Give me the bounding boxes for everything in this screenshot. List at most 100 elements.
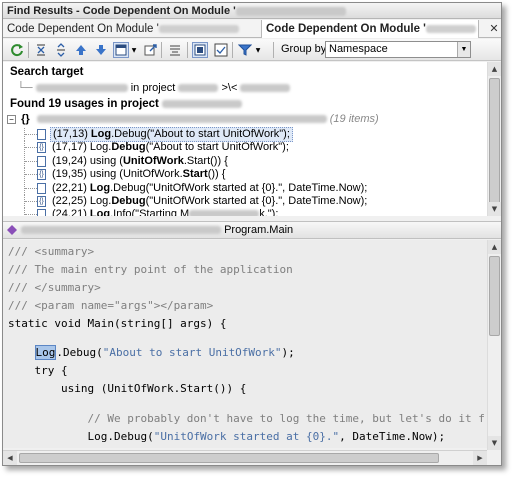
code-line: Log.Debug("About to start UnitOfWork"); [34, 345, 295, 360]
results-vertical-scrollbar[interactable]: ▲ ▼ [487, 62, 501, 216]
tab-label: Code Dependent On Module ' [266, 23, 426, 35]
tab-code-dependent-1[interactable]: Code Dependent On Module ' [3, 20, 261, 38]
usage-location: (17,13) [53, 128, 91, 140]
code-line: try { [8, 364, 68, 377]
namespace-icon: {} [21, 113, 30, 125]
usage-row[interactable]: (17,13) Log.Debug("About to start UnitOf… [3, 127, 487, 142]
refresh-icon[interactable] [9, 42, 25, 58]
code-horizontal-scrollbar[interactable]: ◀ ▶ [3, 450, 487, 465]
show-preview-icon[interactable] [192, 42, 208, 58]
highlighted-usage: Log [34, 345, 57, 360]
next-icon[interactable] [93, 42, 109, 58]
code-line: /// </summary> [8, 281, 101, 294]
usage-location: (19,24) [52, 154, 90, 167]
collapse-all-icon[interactable] [33, 42, 49, 58]
scroll-up-icon[interactable]: ▲ [488, 62, 501, 76]
usage-location: (19,35) [52, 168, 90, 181]
usage-text: (19,35) using (UnitOfWork.Start()) { [52, 168, 226, 181]
code-line: /// The main entry point of the applicat… [8, 263, 293, 276]
usage-text: (17,17) Log.Debug("About to start UnitOf… [52, 141, 289, 154]
close-tab-icon[interactable]: ✕ [487, 20, 501, 38]
window-titlebar: Find Results - Code Dependent On Module … [3, 3, 501, 19]
preview-icon[interactable] [113, 42, 129, 58]
scroll-right-icon[interactable]: ▶ [473, 451, 487, 465]
usage-match: Debug [111, 195, 146, 207]
expand-all-icon[interactable] [53, 42, 69, 58]
usage-match: Start [182, 168, 208, 181]
scroll-left-icon[interactable]: ◀ [3, 451, 17, 465]
code-line: static void Main(string[] args) { [8, 317, 227, 330]
code-vertical-scrollbar[interactable]: ▲ ▼ [487, 240, 501, 450]
code-preview[interactable]: /// <summary> /// The main entry point of… [3, 240, 487, 448]
search-target-suffix: >\< [221, 82, 238, 94]
group-by-label: Group by: [281, 43, 330, 55]
options-icon[interactable] [213, 42, 229, 58]
usage-location: (17,17) [52, 141, 90, 154]
scroll-down-icon[interactable]: ▼ [488, 436, 501, 450]
group-by-value: Namespace [329, 43, 388, 55]
usage-icon [37, 155, 46, 167]
usage-row[interactable]: {} (22,25) Log.Debug("UnitOfWork started … [3, 195, 487, 208]
code-line: // We probably don't have to log the tim… [8, 412, 485, 425]
scroll-thumb[interactable] [489, 78, 500, 204]
code-line: /// <summary> [8, 245, 95, 258]
usage-text: (17,13) Log.Debug("About to start UnitOf… [50, 127, 293, 142]
redacted-text [189, 210, 260, 216]
redacted-text [21, 226, 221, 235]
filter-dropdown-icon[interactable]: ▼ [254, 42, 262, 58]
usage-match: UnitOfWork [122, 154, 184, 167]
scroll-thumb[interactable] [489, 256, 500, 336]
preview-dropdown-icon[interactable]: ▼ [130, 42, 138, 58]
expand-toggle-icon[interactable]: − [7, 114, 16, 124]
search-target-line: in project [130, 82, 176, 94]
tab-code-dependent-2[interactable]: Code Dependent On Module ' [261, 20, 479, 38]
code-line: /// <param name="args"></param> [8, 299, 214, 312]
usage-row[interactable]: (19,24) using (UnitOfWork.Start()) { [3, 154, 487, 168]
usage-match: Log [89, 208, 111, 216]
invocation-icon: {} [37, 169, 46, 181]
filter-icon[interactable] [237, 42, 253, 58]
redacted-text [178, 84, 219, 93]
invocation-icon: {} [37, 196, 46, 207]
code-line: using (UnitOfWork.Start()) { [8, 382, 247, 395]
usage-location: (22,25) [52, 195, 90, 207]
found-usages-text: Found 19 usages in project [10, 98, 159, 110]
redacted-text [425, 24, 476, 33]
usage-text: (24,21) Log.Info("Starting Mk."); [52, 208, 278, 216]
usage-match: Log [90, 128, 112, 140]
usage-text: (22,21) Log.Debug("UnitOfWork started at… [52, 181, 368, 194]
method-icon [7, 225, 17, 235]
usage-location: (24,21) [52, 208, 90, 216]
code-line: Log.Debug("UnitOfWork started at {0}.", … [8, 430, 446, 443]
find-results-window: Find Results - Code Dependent On Module … [2, 2, 502, 466]
usage-match: Debug [111, 141, 146, 154]
export-icon[interactable] [143, 42, 159, 58]
scroll-down-icon[interactable]: ▼ [488, 202, 501, 216]
usage-row[interactable]: (24,21) Log.Info("Starting Mk."); [3, 208, 487, 216]
scroll-up-icon[interactable]: ▲ [488, 240, 501, 254]
usage-row[interactable]: (22,21) Log.Debug("UnitOfWork started at… [3, 181, 487, 195]
usage-icon [37, 209, 46, 216]
usage-text: (22,25) Log.Debug("UnitOfWork started at… [52, 195, 368, 207]
chevron-down-icon[interactable]: ▼ [457, 42, 470, 57]
code-preview-header: Program.Main [3, 221, 501, 239]
usage-row[interactable]: {} (17,17) Log.Debug("About to start Unit… [3, 141, 487, 155]
group-by-select[interactable]: Namespace ▼ [325, 41, 471, 58]
namespace-node[interactable]: − {} (19 items) [7, 113, 379, 125]
results-toolbar: ▼ ▼ Group by: Namespace ▼ [3, 39, 501, 61]
found-usages-heading: Found 19 usages in project [10, 98, 243, 110]
usage-text: (19,24) using (UnitOfWork.Start()) { [52, 154, 228, 167]
code-path-suffix: Program.Main [224, 224, 294, 236]
window-title: Find Results - Code Dependent On Module … [7, 5, 236, 17]
redacted-text [162, 99, 243, 108]
scroll-thumb[interactable] [19, 453, 439, 463]
redacted-text [240, 84, 291, 93]
invocation-icon: {} [37, 142, 46, 154]
search-target-item[interactable]: └─ in project >\< [17, 82, 291, 94]
search-target-heading: Search target [10, 66, 84, 78]
redacted-text [35, 84, 128, 93]
usage-row[interactable]: {} (19,35) using (UnitOfWork.Start()) { [3, 168, 487, 182]
merge-icon[interactable] [167, 42, 183, 58]
tab-label: Code Dependent On Module ' [7, 23, 159, 35]
previous-icon[interactable] [73, 42, 89, 58]
